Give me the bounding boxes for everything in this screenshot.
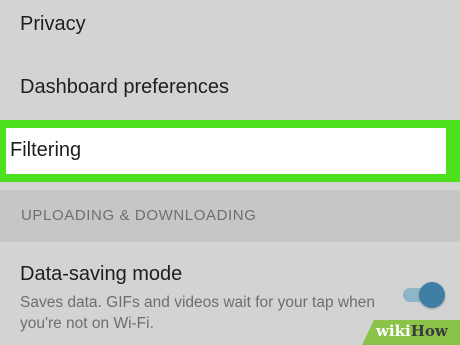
settings-item-label: Data-saving mode	[20, 263, 183, 285]
data-saving-toggle[interactable]	[401, 282, 445, 308]
watermark-wiki: wiki	[376, 322, 411, 340]
watermark-how: How	[410, 322, 448, 340]
settings-item-label: Dashboard preferences	[20, 76, 230, 98]
settings-item-label: Privacy	[20, 13, 86, 35]
settings-item-dashboard-preferences[interactable]: Dashboard preferences	[0, 56, 460, 118]
settings-item-privacy[interactable]: Privacy	[0, 0, 460, 56]
settings-list: Privacy Dashboard preferences Filtering …	[0, 0, 460, 345]
section-header: UPLOADING & DOWNLOADING	[0, 190, 460, 242]
settings-item-description: Saves data. GIFs and videos wait for you…	[20, 294, 375, 332]
wikihow-watermark: wikiHow	[362, 318, 460, 345]
watermark-text: wikiHow	[376, 322, 448, 340]
highlight-border	[446, 120, 460, 182]
highlighted-item-box: Filtering	[6, 128, 446, 174]
settings-item-filtering[interactable]: Filtering	[0, 120, 460, 182]
toggle-thumb	[419, 282, 445, 308]
settings-item-label: Filtering	[10, 139, 82, 161]
section-header-title: UPLOADING & DOWNLOADING	[21, 207, 257, 224]
